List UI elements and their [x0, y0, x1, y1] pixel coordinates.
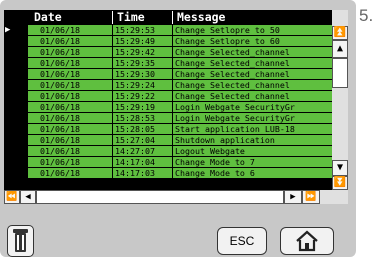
cell-message: Change Mode to 7	[173, 157, 332, 167]
alarm-log-panel: Date Time Message ▶ 01/06/18 15:29:53 Chang…	[0, 0, 356, 257]
cell-date: 01/06/18	[28, 80, 112, 90]
arrow-up-icon: ▲	[336, 43, 344, 54]
cell-time: 14:17:03	[113, 168, 172, 178]
vertical-scrollbar[interactable]: ⏫ ▲ ▼ ⏬	[332, 10, 348, 190]
cell-message: Change Selected_channel	[173, 58, 332, 68]
cell-message: Change Mode to 6	[173, 168, 332, 178]
table-row[interactable]: 01/06/18 15:29:42 Change Selected_channel	[4, 47, 332, 58]
cell-time: 15:28:53	[113, 113, 172, 123]
cell-message: Change Selected_channel	[173, 91, 332, 101]
cell-date: 01/06/18	[28, 25, 112, 35]
cell-message: Change Setlopre to 60	[173, 36, 332, 46]
cell-time: 15:29:24	[113, 80, 172, 90]
table-row[interactable]: 01/06/18 15:29:22 Change Selected_channel	[4, 91, 332, 102]
page-left-icon: ⏪	[6, 192, 18, 202]
table-row[interactable]: 01/06/18 15:29:49 Change Setlopre to 60	[4, 36, 332, 47]
cell-time: 15:27:04	[113, 135, 172, 145]
home-icon	[296, 230, 318, 252]
cell-message: Change Selected_channel	[173, 80, 332, 90]
cell-date: 01/06/18	[28, 102, 112, 112]
cell-date: 01/06/18	[28, 91, 112, 101]
cell-message: Logout Webgate	[173, 146, 332, 156]
trash-icon	[13, 229, 28, 252]
page-down-icon: ⏬	[333, 177, 347, 188]
cell-date: 01/06/18	[28, 47, 112, 57]
arrow-down-icon: ▼	[336, 162, 344, 173]
cell-time: 14:27:07	[113, 146, 172, 156]
cell-message: Login Webgate SecurityGr	[173, 102, 332, 112]
cell-date: 01/06/18	[28, 157, 112, 167]
cell-message: Change Selected_channel	[173, 69, 332, 79]
cell-message: Change Selected_channel	[173, 47, 332, 57]
line-up-button[interactable]: ▲	[332, 40, 348, 58]
cell-time: 15:29:30	[113, 69, 172, 79]
table-row[interactable]: 01/06/18 15:29:35 Change Selected_channel	[4, 58, 332, 69]
table-row[interactable]: 01/06/18 15:29:24 Change Selected_channel	[4, 80, 332, 91]
cell-time: 14:17:04	[113, 157, 172, 167]
line-down-button[interactable]: ▼	[332, 160, 348, 176]
message-log-table: Date Time Message ▶ 01/06/18 15:29:53 Chang…	[4, 10, 332, 190]
line-right-button[interactable]: ▶	[284, 190, 302, 204]
table-row[interactable]: 01/06/18 14:17:04 Change Mode to 7	[4, 157, 332, 168]
table-row[interactable]: 01/06/18 15:28:53 Login Webgate SecurityGr	[4, 113, 332, 124]
cell-time: 15:29:49	[113, 36, 172, 46]
page-left-button[interactable]: ⏪	[4, 190, 20, 204]
header-divider	[112, 11, 113, 24]
page-right-icon: ⏩	[305, 192, 317, 202]
cell-date: 01/06/18	[28, 58, 112, 68]
cell-time: 15:28:05	[113, 124, 172, 134]
step-number: 5.	[359, 6, 374, 25]
table-row[interactable]: 01/06/18 15:27:04 Shutdown application	[4, 135, 332, 146]
table-row[interactable]: 01/06/18 15:29:30 Change Selected_channel	[4, 69, 332, 80]
scroll-thumb[interactable]	[332, 58, 348, 88]
cell-date: 01/06/18	[28, 135, 112, 145]
cell-date: 01/06/18	[28, 124, 112, 134]
line-left-button[interactable]: ◀	[20, 190, 36, 204]
cell-date: 01/06/18	[28, 168, 112, 178]
table-body[interactable]: ▶ 01/06/18 15:29:53 Change Setlopre to 50 01…	[4, 25, 332, 190]
cell-date: 01/06/18	[28, 113, 112, 123]
table-row[interactable]: 01/06/18 14:27:07 Logout Webgate	[4, 146, 332, 157]
table-row[interactable]: 01/06/18 15:28:05 Start application LUB-18	[4, 124, 332, 135]
home-button[interactable]	[280, 227, 334, 255]
header-message: Message	[177, 10, 226, 24]
cell-date: 01/06/18	[28, 146, 112, 156]
arrow-right-icon: ▶	[290, 192, 296, 202]
cell-time: 15:29:42	[113, 47, 172, 57]
delete-button[interactable]	[7, 225, 34, 257]
cell-time: 15:29:22	[113, 91, 172, 101]
cell-time: 15:29:19	[113, 102, 172, 112]
esc-button-label: ESC	[229, 234, 255, 248]
page-down-button[interactable]: ⏬	[332, 176, 348, 190]
header-date: Date	[34, 10, 62, 24]
page-up-icon: ⏫	[333, 27, 347, 38]
header-divider	[172, 11, 173, 24]
row-pointer-icon: ▶	[5, 25, 27, 35]
cell-date: 01/06/18	[28, 69, 112, 79]
table-row[interactable]: 01/06/18 14:17:03 Change Mode to 6	[4, 168, 332, 179]
cell-message: Start application LUB-18	[173, 124, 332, 134]
cell-message: Login Webgate SecurityGr	[173, 113, 332, 123]
table-header: Date Time Message	[4, 10, 332, 25]
table-row[interactable]: ▶ 01/06/18 15:29:53 Change Setlopre to 50	[4, 25, 332, 36]
cell-date: 01/06/18	[28, 36, 112, 46]
header-time: Time	[117, 10, 145, 24]
cell-time: 15:29:35	[113, 58, 172, 68]
esc-button[interactable]: ESC	[217, 227, 267, 255]
table-row[interactable]: 01/06/18 15:29:19 Login Webgate SecurityGr	[4, 102, 332, 113]
arrow-left-icon: ◀	[25, 192, 31, 202]
page-right-button[interactable]: ⏩	[302, 190, 320, 204]
cell-time: 15:29:53	[113, 25, 172, 35]
cell-message: Shutdown application	[173, 135, 332, 145]
horizontal-scroll-thumb[interactable]	[36, 190, 284, 204]
horizontal-scrollbar[interactable]: ⏪ ◀ ▶ ⏩	[4, 190, 348, 204]
page-up-button[interactable]: ⏫	[332, 26, 348, 40]
cell-message: Change Setlopre to 50	[173, 25, 332, 35]
